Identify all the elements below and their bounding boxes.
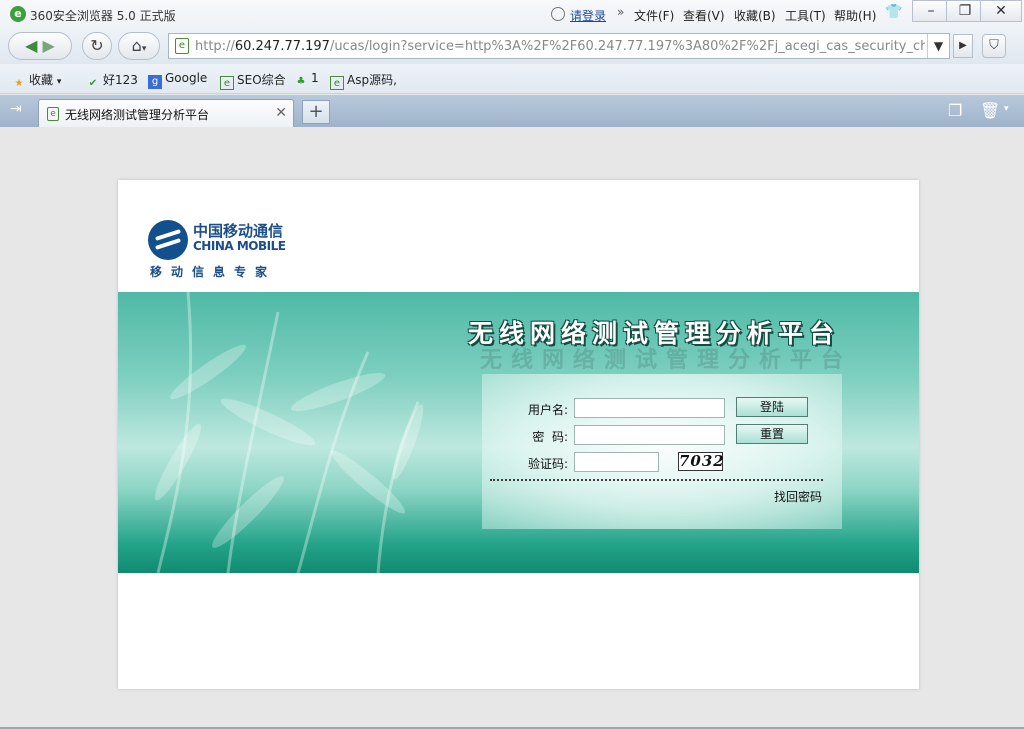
- bookmark-hao123[interactable]: ✔ 好123: [86, 71, 138, 91]
- trash-icon[interactable]: 🗑: [980, 101, 1000, 120]
- page-icon: e: [220, 76, 234, 90]
- chevron-down-icon[interactable]: ▾: [1004, 104, 1009, 114]
- user-avatar-icon[interactable]: [551, 7, 565, 21]
- menu-help[interactable]: 帮助(H): [834, 7, 876, 24]
- china-mobile-logo: 中国移动通信 CHINA MOBILE 移动信息专家: [148, 218, 298, 282]
- menu-favorites[interactable]: 收藏(B): [734, 7, 776, 24]
- bookmark-asp[interactable]: e Asp源码,: [330, 71, 397, 90]
- logo-chinese-name: 中国移动通信: [193, 222, 284, 240]
- bookmark-google[interactable]: g Google: [148, 71, 207, 89]
- home-icon: ⌂: [131, 36, 142, 55]
- chevron-down-icon: ▾: [56, 77, 62, 87]
- navigation-bar: ◀ ▶ ↻ ⌂▾ e http://60.247.77.197/ucas/log…: [0, 28, 1024, 64]
- chevron-down-icon: ▾: [141, 44, 147, 54]
- banner-title: 无线网络测试管理分析平台: [468, 319, 841, 348]
- google-icon: g: [148, 75, 162, 89]
- china-mobile-logo-icon: [148, 220, 188, 260]
- bamboo-leaves-decoration: [154, 292, 424, 573]
- username-label: 用户名:: [527, 403, 568, 417]
- url-text[interactable]: http://60.247.77.197/ucas/login?service=…: [195, 39, 925, 55]
- browser-title-bar: e 360安全浏览器 5.0 正式版 请登录 » 文件(F) 查看(V) 收藏(…: [0, 0, 1024, 28]
- address-bar[interactable]: e http://60.247.77.197/ucas/login?servic…: [168, 33, 950, 59]
- login-link[interactable]: 请登录: [570, 7, 606, 24]
- menu-tools[interactable]: 工具(T): [785, 7, 826, 24]
- forward-arrow-icon[interactable]: ▶: [43, 36, 55, 55]
- tab-close-icon[interactable]: ✕: [275, 105, 287, 121]
- new-tab-button[interactable]: +: [302, 100, 330, 124]
- password-label: 密 码:: [532, 430, 568, 444]
- login-banner: 无线网络测试管理分析平台 无线网络测试管理分析平台 用户名: 登陆 密 码: 重…: [118, 292, 919, 573]
- window-list-icon[interactable]: ❐: [948, 101, 962, 120]
- hao123-icon: ✔: [88, 78, 98, 89]
- skin-shirt-icon[interactable]: 👕: [885, 4, 902, 20]
- star-icon: ★: [14, 78, 24, 89]
- captcha-image[interactable]: 7032: [678, 452, 724, 471]
- back-arrow-icon[interactable]: ◀: [25, 36, 37, 55]
- logo-slogan: 移动信息专家: [150, 265, 277, 279]
- forgot-password-link[interactable]: 找回密码: [774, 488, 822, 505]
- restore-button[interactable]: ❐: [946, 0, 984, 22]
- home-button[interactable]: ⌂▾: [118, 32, 160, 60]
- user-icon: ♣: [296, 76, 306, 87]
- tab-bar: ⇥ e 无线网络测试管理分析平台 ✕: [0, 95, 1024, 127]
- password-input[interactable]: [574, 425, 725, 445]
- tab-active[interactable]: e 无线网络测试管理分析平台 ✕: [38, 99, 294, 127]
- login-button[interactable]: 登陆: [736, 397, 808, 417]
- captcha-label: 验证码:: [527, 457, 568, 471]
- tab-favicon-icon: e: [47, 107, 59, 121]
- menu-view[interactable]: 查看(V): [683, 7, 725, 24]
- username-input[interactable]: [574, 398, 725, 418]
- security-shield-icon[interactable]: ⛉: [982, 34, 1006, 58]
- back-forward-buttons[interactable]: ◀ ▶: [8, 32, 72, 60]
- tab-title: 无线网络测试管理分析平台: [65, 108, 210, 122]
- bookmarks-bar: ★ 收藏 ▾ ✔ 好123 g Google e SEO综合 ♣ 1 e Asp源码,: [0, 64, 1024, 94]
- close-button[interactable]: ✕: [980, 0, 1022, 22]
- window-title: 360安全浏览器 5.0 正式版: [30, 9, 176, 23]
- dotted-divider: [490, 479, 823, 481]
- chevron-right-icon: »: [617, 5, 625, 19]
- sidebar-toggle-icon[interactable]: ⇥: [10, 101, 22, 117]
- page-content: 中国移动通信 CHINA MOBILE 移动信息专家 无线网络测试管理分析平台 …: [0, 127, 1024, 729]
- bookmark-seo[interactable]: e SEO综合: [220, 71, 286, 90]
- bookmark-1[interactable]: ♣ 1: [294, 71, 319, 89]
- minimize-button[interactable]: –: [912, 0, 950, 22]
- bookmark-favorites[interactable]: ★ 收藏 ▾: [12, 71, 62, 91]
- logo-english-name: CHINA MOBILE: [193, 239, 286, 253]
- refresh-icon: ↻: [90, 36, 104, 55]
- url-dropdown-icon[interactable]: ▼: [927, 34, 949, 58]
- go-arrow-icon[interactable]: ▶: [953, 34, 973, 58]
- page-favicon-icon: e: [175, 38, 189, 54]
- refresh-button[interactable]: ↻: [82, 32, 112, 60]
- browser-logo-icon: e: [10, 6, 26, 22]
- login-card: 中国移动通信 CHINA MOBILE 移动信息专家 无线网络测试管理分析平台 …: [118, 180, 919, 689]
- menu-file[interactable]: 文件(F): [634, 7, 674, 24]
- page-icon: e: [330, 76, 344, 90]
- reset-button[interactable]: 重置: [736, 424, 808, 444]
- captcha-input[interactable]: [574, 452, 659, 472]
